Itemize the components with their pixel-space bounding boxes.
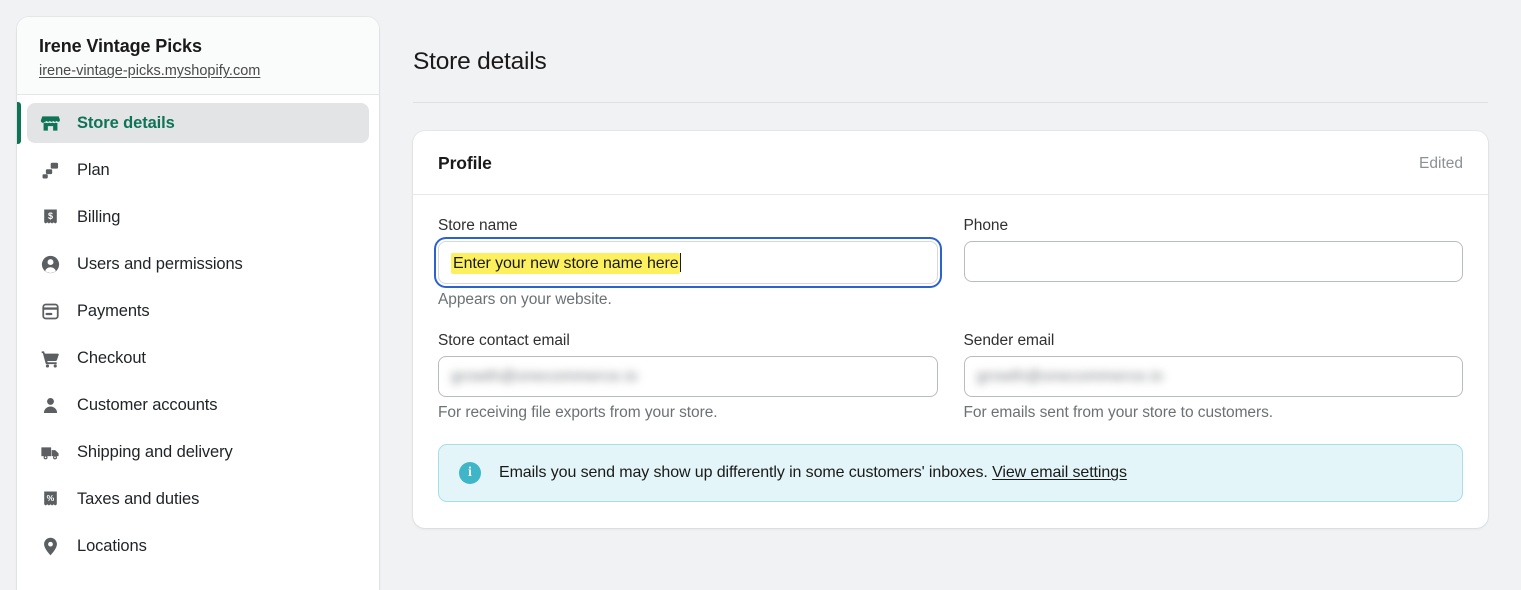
settings-nav: Store details Plan $ xyxy=(17,95,379,581)
sidebar-item-label: Plan xyxy=(77,161,110,180)
sender-email-input[interactable]: growth@onecommerce.io xyxy=(964,356,1464,397)
sidebar-item-plan[interactable]: Plan xyxy=(27,150,369,190)
store-name-input[interactable]: Enter your new store name here xyxy=(438,241,938,284)
fields-spacer xyxy=(438,309,1463,332)
store-name-helper: Appears on your website. xyxy=(438,291,938,309)
sidebar-item-label: Store details xyxy=(77,114,175,133)
sidebar-item-locations[interactable]: Locations xyxy=(27,526,369,566)
sidebar-item-label: Payments xyxy=(77,302,150,321)
profile-card: Profile Edited Store name Enter your new… xyxy=(413,131,1488,528)
store-contact-email-field: Store contact email growth@onecommerce.i… xyxy=(438,332,938,422)
store-contact-email-value: growth@onecommerce.io xyxy=(451,368,638,386)
sidebar-item-billing[interactable]: $ Billing xyxy=(27,197,369,237)
phone-field: Phone xyxy=(964,217,1464,309)
sidebar-item-label: Shipping and delivery xyxy=(77,443,233,462)
sender-email-label: Sender email xyxy=(964,332,1464,350)
status-badge: Edited xyxy=(1419,155,1463,173)
receipt-dollar-icon: $ xyxy=(39,206,61,228)
sender-email-value: growth@onecommerce.io xyxy=(977,368,1164,386)
sidebar-item-taxes-and-duties[interactable]: % Taxes and duties xyxy=(27,479,369,519)
text-caret xyxy=(680,253,682,272)
profile-card-body: Store name Enter your new store name her… xyxy=(413,195,1488,528)
sidebar-item-users-and-permissions[interactable]: Users and permissions xyxy=(27,244,369,284)
svg-text:$: $ xyxy=(47,211,52,221)
sidebar-item-label: Checkout xyxy=(77,349,146,368)
banner-message: Emails you send may show up differently … xyxy=(499,464,988,481)
sidebar-item-customer-accounts[interactable]: Customer accounts xyxy=(27,385,369,425)
profile-fields-row-2: Store contact email growth@onecommerce.i… xyxy=(438,332,1463,422)
settings-page: Irene Vintage Picks irene-vintage-picks.… xyxy=(0,0,1521,590)
shopping-cart-icon xyxy=(39,347,61,369)
store-contact-email-input[interactable]: growth@onecommerce.io xyxy=(438,356,938,397)
svg-text:%: % xyxy=(46,493,54,503)
sidebar-item-label: Customer accounts xyxy=(77,396,217,415)
sender-email-helper: For emails sent from your store to custo… xyxy=(964,404,1464,422)
map-pin-icon xyxy=(39,535,61,557)
title-divider xyxy=(413,102,1488,103)
settings-sidebar: Irene Vintage Picks irene-vintage-picks.… xyxy=(17,17,379,590)
main-content: Store details Profile Edited Store name … xyxy=(379,0,1521,590)
store-name-value: Enter your new store name here xyxy=(451,253,680,274)
person-circle-icon xyxy=(39,253,61,275)
phone-input[interactable] xyxy=(964,241,1464,282)
page-title: Store details xyxy=(413,16,1488,76)
profile-card-header: Profile Edited xyxy=(413,131,1488,195)
email-info-banner: i Emails you send may show up differentl… xyxy=(438,444,1463,502)
receipt-percent-icon: % xyxy=(39,488,61,510)
store-contact-email-label: Store contact email xyxy=(438,332,938,350)
profile-fields-row-1: Store name Enter your new store name her… xyxy=(438,217,1463,309)
store-domain-link[interactable]: irene-vintage-picks.myshopify.com xyxy=(39,63,260,79)
sidebar-item-store-details[interactable]: Store details xyxy=(27,103,369,143)
sidebar-item-shipping-and-delivery[interactable]: Shipping and delivery xyxy=(27,432,369,472)
sidebar-item-label: Taxes and duties xyxy=(77,490,199,509)
store-name-label: Store name xyxy=(438,217,938,235)
person-icon xyxy=(39,394,61,416)
store-contact-email-helper: For receiving file exports from your sto… xyxy=(438,404,938,422)
card-terminal-icon xyxy=(39,300,61,322)
sidebar-store-header: Irene Vintage Picks irene-vintage-picks.… xyxy=(17,17,379,95)
profile-heading: Profile xyxy=(438,153,492,174)
sidebar-item-label: Users and permissions xyxy=(77,255,243,274)
view-email-settings-link[interactable]: View email settings xyxy=(992,464,1127,481)
info-icon: i xyxy=(459,462,481,484)
sender-email-field: Sender email growth@onecommerce.io For e… xyxy=(964,332,1464,422)
delivery-truck-icon xyxy=(39,441,61,463)
banner-text: Emails you send may show up differently … xyxy=(499,464,1127,482)
sidebar-item-label: Billing xyxy=(77,208,120,227)
phone-label: Phone xyxy=(964,217,1464,235)
store-name-heading: Irene Vintage Picks xyxy=(39,35,357,58)
storefront-icon xyxy=(39,112,61,134)
plan-blocks-icon xyxy=(39,159,61,181)
sidebar-item-payments[interactable]: Payments xyxy=(27,291,369,331)
store-name-value-wrap: Enter your new store name here xyxy=(451,253,681,273)
sidebar-item-checkout[interactable]: Checkout xyxy=(27,338,369,378)
store-name-field: Store name Enter your new store name her… xyxy=(438,217,938,309)
sidebar-item-label: Locations xyxy=(77,537,147,556)
